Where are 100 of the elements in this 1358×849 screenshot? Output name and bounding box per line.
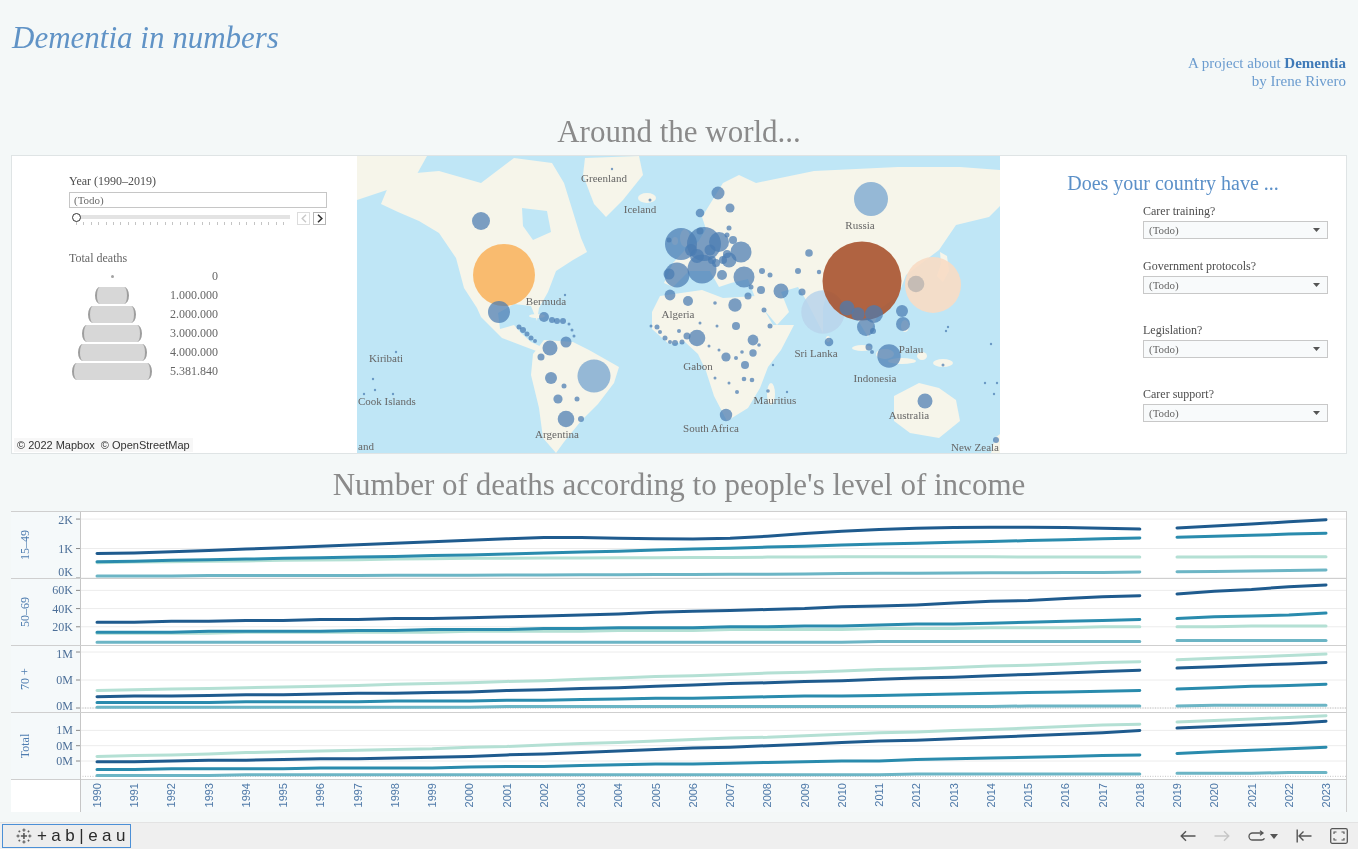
map-label: Australia: [888, 409, 930, 421]
axis-tick-label: 2016: [1059, 783, 1072, 808]
section-heading: Number of deaths according to people's level of income: [331, 466, 1027, 504]
logo-button[interactable]: +ab|eau: [2, 824, 131, 848]
axis-tick-label: 2014: [984, 783, 997, 808]
filter-label: Year (1990–2019): [69, 174, 157, 189]
credit-line: A project about Dementia: [1188, 54, 1346, 72]
attribution-link[interactable]: © 2022 Mapbox: [17, 438, 95, 452]
filter-label: Carer training?: [1143, 204, 1217, 219]
rounded-bar-icon: [95, 287, 129, 304]
legend-value: 4.000.000: [169, 345, 218, 360]
axis-tick-label: 1M: [56, 723, 73, 738]
axis-tick-label: 0M: [56, 738, 73, 753]
axis-tick-label: 1994: [239, 783, 252, 808]
chevron-right-icon: [316, 214, 323, 223]
slider-thumb[interactable]: [72, 212, 81, 222]
dashboard-title: Dementia in numbers: [12, 20, 279, 56]
revert-button[interactable]: [1294, 829, 1314, 843]
map-label: Cook Islands: [358, 395, 416, 407]
axis-tick-label: 2010: [835, 783, 848, 808]
caret-icon: [1313, 228, 1320, 232]
chevron-left-icon: [300, 214, 307, 223]
attribution-link[interactable]: © OpenStreetMap: [100, 438, 190, 452]
rounded-bar-icon: [72, 363, 152, 380]
right-arrow-icon: [1214, 830, 1230, 842]
map-label: Palau: [898, 343, 924, 355]
undo-button[interactable]: [1178, 830, 1198, 842]
map-label: Argentina: [535, 428, 579, 440]
next-button[interactable]: [313, 212, 326, 225]
world-map[interactable]: Greenland Iceland Russia Bermuda Algeria Sri Lanka Palau Kiribati Gabon Indonesia Cook Islands Mauritius Australia South Africa Argentina and New Zeala: [357, 156, 1000, 453]
axis-tick-label: 2013: [947, 783, 960, 808]
map-label: Mauritius: [753, 394, 797, 406]
axis-tick-label: 2003: [575, 783, 588, 808]
axis-tick-label: 2001: [500, 783, 513, 808]
map-label: Greenland: [581, 172, 627, 184]
axis-tick-label: 2005: [649, 783, 662, 808]
axis-tick-label: 2015: [1022, 783, 1035, 808]
axis-tick-label: 2022: [1282, 783, 1295, 808]
dropdown[interactable]: (Todo): [1143, 340, 1328, 358]
axis-tick-label: 2023: [1320, 783, 1332, 808]
axis-tick-label: 2000: [463, 783, 476, 808]
loop-arrow-icon: [1248, 830, 1266, 842]
axis-tick-label: 1997: [351, 783, 364, 808]
rounded-bar-icon: [82, 325, 142, 342]
legend-value: 2.000.000: [169, 307, 218, 322]
axis-tick-label: 2018: [1133, 783, 1146, 808]
axis-tick-label: 1996: [314, 783, 327, 808]
axis-tick-label: 1M: [56, 647, 73, 661]
replay-button[interactable]: [1246, 830, 1280, 842]
axis-tick-label: 0M: [56, 699, 73, 712]
axis-tick-label: 2012: [910, 783, 923, 808]
legend-value: 1.000.000: [169, 288, 218, 303]
axis-tick-label: 0M: [56, 754, 73, 768]
bar-left-arrow-icon: [1296, 829, 1312, 843]
filter-heading: Does your country have ...: [1066, 171, 1280, 195]
axis-tick-label: 2002: [537, 783, 550, 808]
map-label: Indonesia: [853, 372, 897, 384]
map-label: Algeria: [661, 308, 695, 320]
dropdown[interactable]: (Todo): [1143, 404, 1328, 422]
axis-tick-label: 2006: [686, 783, 699, 808]
map-label: Iceland: [623, 203, 657, 215]
map-label: Bermuda: [525, 295, 567, 307]
fullscreen-button[interactable]: [1328, 828, 1350, 844]
axis-tick-label: 2008: [761, 783, 774, 808]
axis-tick-label: 2009: [798, 783, 811, 808]
legend-value: 0: [211, 269, 218, 284]
dot-icon: [110, 275, 114, 278]
axis-tick-label: 0M: [56, 673, 73, 687]
caret-icon: [1270, 833, 1278, 839]
row-header: Total: [18, 733, 32, 759]
caret-icon: [1313, 411, 1320, 415]
legend-value: 3.000.000: [169, 326, 218, 341]
legend-title: Total deaths: [69, 251, 128, 266]
caret-icon: [1313, 283, 1320, 287]
axis-tick-label: 2021: [1245, 783, 1258, 808]
axis-tick-label: 60K: [52, 583, 73, 598]
filter-label: Government protocols?: [1143, 259, 1257, 274]
year-field[interactable]: (Todo): [69, 192, 327, 208]
axis-tick-label: 2007: [724, 783, 737, 808]
fullscreen-icon: [1330, 828, 1348, 844]
map-label: New Zeala: [951, 441, 999, 453]
axis-tick-label: 1995: [277, 783, 290, 808]
map-label: Sri Lanka: [794, 347, 838, 359]
axis-tick-label: 2004: [612, 783, 625, 808]
axis-tick-label: 2020: [1208, 783, 1221, 808]
cross-cluster-icon: [16, 827, 32, 845]
row-header: 50–69: [18, 597, 32, 627]
filter-label: Carer support?: [1143, 387, 1215, 402]
map-label: Kiribati: [368, 352, 404, 364]
section-heading: Around the world...: [556, 113, 802, 151]
filter-label: Legislation?: [1143, 323, 1204, 338]
axis-tick-label: 2017: [1096, 783, 1109, 808]
axis-tick-label: 2011: [873, 783, 886, 807]
axis-tick-label: 40K: [52, 601, 73, 616]
credit-line: by Irene Rivero: [1250, 72, 1346, 90]
dropdown[interactable]: (Todo): [1143, 221, 1328, 239]
axis-tick-label: 1999: [426, 783, 439, 808]
map-label: South Africa: [683, 422, 739, 434]
axis-tick-label: 1998: [388, 783, 401, 808]
dropdown[interactable]: (Todo): [1143, 276, 1328, 294]
